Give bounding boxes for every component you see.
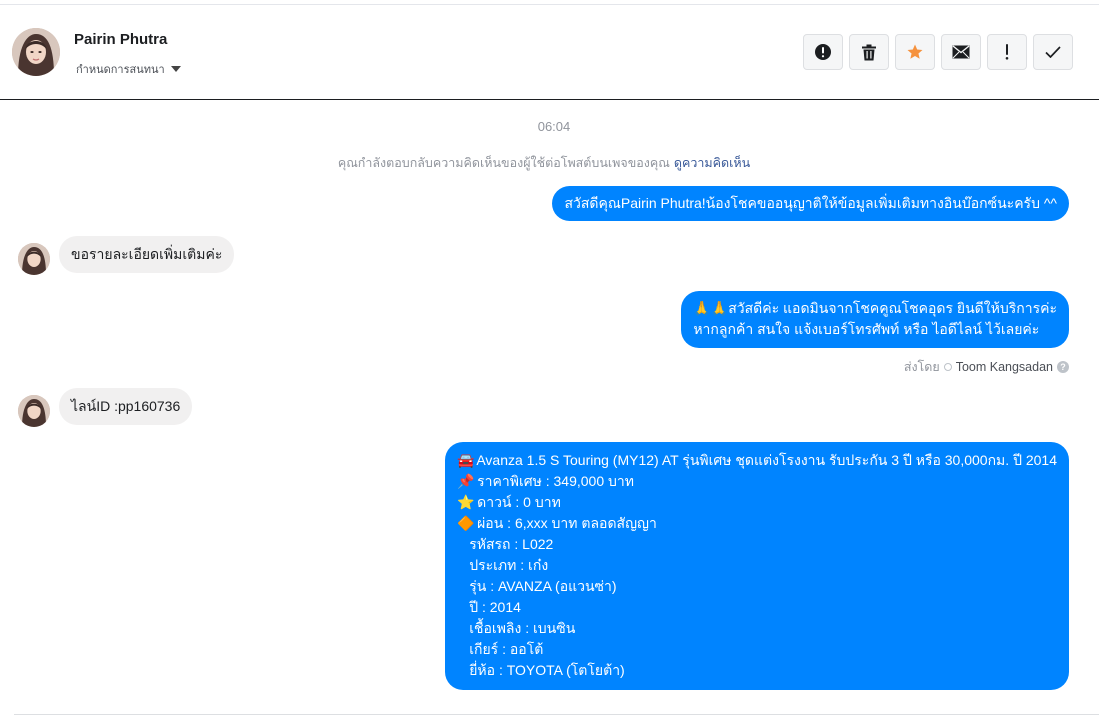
notice-text: คุณกำลังตอบกลับความคิดเห็นของผู้ใช้ต่อโพ… [337,156,670,170]
listing-type: ประเภท : เก๋ง [469,557,549,573]
listing-model: รุ่น : AVANZA (อแวนซ่า) [469,578,617,594]
sender-status-icon [943,363,952,371]
follow-up-button[interactable] [987,34,1027,70]
message-text: ขอรายละเอียดเพิ่มเติมค่ะ [71,246,223,262]
view-comment-link[interactable]: ดูความคิดเห็น [674,156,750,170]
message-line: ⭐ ดาวน์ : 0 บาท [457,492,1057,513]
message-text: สวัสดีคุณPairin Phutra!น้องโชคขออนุญาติใ… [564,195,1057,211]
sender-name[interactable]: Toom Kangsadan [956,360,1053,374]
check-icon [1045,46,1061,58]
diamond-icon: 🔶 [457,515,475,531]
sent-by-label: ส่งโดย [903,360,940,374]
assign-conversation-label: กำหนดการสนทนา [76,64,165,76]
message-line: 🙏🙏สวัสดีค่ะ แอดมินจากโชคคูณโชคอุดร ยินดี… [693,300,1057,316]
message-timestamp: 06:04 [537,119,571,134]
contact-avatar-small [18,243,50,275]
contact-avatar[interactable] [12,28,60,76]
listing-brand: ยี่ห้อ : TOYOTA (โตโยต้า) [469,662,625,678]
alert-circle-icon [815,44,831,60]
listing-installment: ผ่อน : 6,xxx บาท ตลอดสัญญา [473,515,657,531]
incoming-message[interactable]: ไลน์ID :pp160736 [59,388,193,425]
message-text: ไลน์ID :pp160736 [71,398,181,414]
listing-year: ปี : 2014 [469,599,521,615]
delete-button[interactable] [849,34,889,70]
star-icon [907,44,923,59]
conversation-toolbar [803,34,1073,70]
mark-done-button[interactable] [1033,34,1073,70]
listing-price: ราคาพิเศษ : 349,000 บาท [477,473,634,489]
outgoing-message[interactable]: 🙏🙏สวัสดีค่ะ แอดมินจากโชคคูณโชคอุดร ยินดี… [681,291,1069,348]
listing-code: รหัสรถ : L022 [469,536,554,552]
exclamation-icon [1005,44,1009,60]
listing-title: Avanza 1.5 S Touring (MY12) AT รุ่นพิเศษ… [476,452,1057,468]
message-line: 🚘 Avanza 1.5 S Touring (MY12) AT รุ่นพิเ… [457,450,1057,471]
contact-avatar-small [18,395,50,427]
help-icon[interactable]: ? [1057,361,1069,373]
incoming-message[interactable]: ขอรายละเอียดเพิ่มเติมค่ะ [59,236,235,273]
message-line: หากลูกค้า สนใจ แจ้งเบอร์โทรศัพท์ หรือ ไอ… [693,321,1040,337]
listing-down-payment: ดาวน์ : 0 บาท [477,494,561,510]
car-icon: 🚘 [457,452,475,468]
star-button[interactable] [895,34,935,70]
conversation-header: Pairin Phutra กำหนดการสนทนา [0,5,1099,100]
outgoing-message[interactable]: 🚘 Avanza 1.5 S Touring (MY12) AT รุ่นพิเ… [445,442,1069,690]
message-line: 📌 ราคาพิเศษ : 349,000 บาท [457,471,1057,492]
report-spam-button[interactable] [803,34,843,70]
message-line: 🔶 ผ่อน : 6,xxx บาท ตลอดสัญญา [457,513,1057,534]
comment-reply-notice: คุณกำลังตอบกลับความคิดเห็นของผู้ใช้ต่อโพ… [0,153,1088,173]
composer-divider [14,714,1099,715]
envelope-icon [952,45,970,59]
listing-fuel: เชื้อเพลิง : เบนซิน [469,620,576,636]
pin-icon: 📌 [457,473,475,489]
caret-down-icon [170,66,181,72]
mark-unread-button[interactable] [941,34,981,70]
listing-gear: เกียร์ : ออโต้ [469,641,544,657]
trash-icon [862,44,876,60]
assign-conversation-dropdown[interactable]: กำหนดการสนทนา [76,60,181,78]
contact-name[interactable]: Pairin Phutra [74,31,167,48]
sent-by-info: ส่งโดย Toom Kangsadan ? [904,357,1069,377]
outgoing-message[interactable]: สวัสดีคุณPairin Phutra!น้องโชคขออนุญาติใ… [552,186,1069,221]
star-emoji-icon: ⭐ [457,494,475,510]
